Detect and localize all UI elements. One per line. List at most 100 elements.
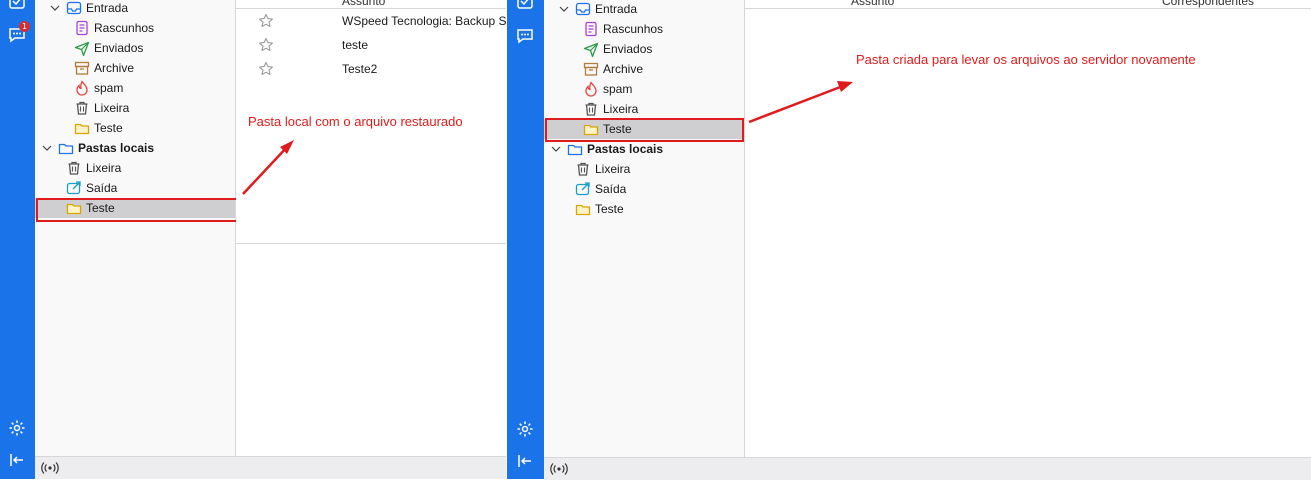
status-bar-right	[544, 457, 1311, 480]
unread-badge: 1	[19, 21, 30, 32]
archive-icon	[583, 61, 599, 77]
spaces-toolbar-right	[507, 0, 544, 479]
column-subject-header[interactable]: Assunto	[851, 0, 894, 8]
folder-label: Lixeira	[595, 162, 631, 176]
message-row[interactable]: teste	[236, 33, 506, 57]
local-folder-outbox[interactable]: Saída	[35, 178, 235, 198]
spaces-toolbar-left: 1	[0, 0, 35, 479]
folder-label: spam	[603, 82, 633, 96]
folder-spam[interactable]: spam	[544, 79, 744, 99]
folder-label: Saída	[86, 181, 118, 195]
status-bar-left	[35, 456, 506, 479]
folder-icon	[74, 120, 90, 136]
account-local-folders[interactable]: Pastas locais	[544, 139, 744, 159]
folder-label: Rascunhos	[94, 21, 155, 35]
chevron-down-icon[interactable]	[49, 2, 61, 14]
settings-icon[interactable]	[516, 420, 534, 438]
folder-sent[interactable]: Enviados	[544, 39, 744, 59]
folder-icon	[575, 201, 591, 217]
local-folder-icon	[58, 140, 74, 156]
folder-label: Saída	[595, 182, 627, 196]
chevron-down-icon[interactable]	[41, 142, 53, 154]
chevron-down-icon[interactable]	[550, 143, 562, 155]
message-row[interactable]: Teste2	[236, 57, 506, 81]
trash-icon	[583, 101, 599, 117]
folder-label: spam	[94, 81, 124, 95]
trash-icon	[66, 160, 82, 176]
spam-icon	[74, 80, 90, 96]
column-header: Assunto	[236, 0, 506, 9]
message-subject: WSpeed Tecnologia: Backup SU	[342, 14, 516, 28]
local-folder-icon	[567, 141, 583, 157]
message-list-right: Assunto Correspondentes	[745, 0, 1311, 457]
trash-icon	[74, 100, 90, 116]
star-icon[interactable]	[258, 61, 274, 77]
message-row[interactable]: WSpeed Tecnologia: Backup SU	[236, 9, 515, 33]
drafts-icon	[583, 21, 599, 37]
folder-drafts[interactable]: Rascunhos	[544, 19, 744, 39]
folder-label: Teste	[595, 202, 624, 216]
folder-label: Entrada	[86, 1, 129, 15]
folder-label: Enviados	[94, 41, 144, 55]
message-subject: Teste2	[342, 62, 378, 76]
tasks-icon[interactable]	[516, 0, 534, 10]
folder-label: Archive	[603, 62, 644, 76]
chat-icon[interactable]	[516, 27, 534, 45]
outbox-icon	[575, 181, 591, 197]
drafts-icon	[74, 20, 90, 36]
local-folder-outbox[interactable]: Saída	[544, 179, 744, 199]
annotation-text: Pasta criada para levar os arquivos ao s…	[856, 52, 1196, 67]
folder-spam[interactable]: spam	[35, 78, 235, 98]
folder-archive[interactable]: Archive	[35, 58, 235, 78]
folder-pane-left: Entrada Rascunhos Enviados Archive spam …	[35, 0, 236, 457]
column-header: Assunto Correspondentes	[745, 0, 1311, 9]
sent-icon	[74, 40, 90, 56]
archive-icon	[74, 60, 90, 76]
folder-pane-right: Entrada Rascunhos Enviados Archive spam …	[544, 0, 745, 457]
annotation-highlight-box	[36, 198, 238, 222]
folder-label: Lixeira	[94, 101, 130, 115]
folder-trash[interactable]: Lixeira	[35, 98, 235, 118]
folder-teste[interactable]: Teste	[35, 118, 235, 138]
folder-inbox[interactable]: Entrada	[544, 0, 744, 19]
local-folder-teste[interactable]: Teste	[544, 199, 744, 219]
inbox-icon	[575, 1, 591, 17]
spam-icon	[583, 81, 599, 97]
tasks-icon[interactable]	[8, 0, 26, 10]
annotation-arrow	[748, 81, 853, 124]
online-status-icon[interactable]	[550, 461, 568, 477]
inbox-icon	[66, 0, 82, 16]
collapse-spaces-icon[interactable]	[516, 452, 534, 470]
settings-icon[interactable]	[8, 419, 26, 437]
folder-label: Entrada	[595, 2, 638, 16]
folder-label: Archive	[94, 61, 135, 75]
online-status-icon[interactable]	[41, 460, 59, 476]
annotation-highlight-box	[545, 118, 744, 142]
column-correspondents-header[interactable]: Correspondentes	[1162, 0, 1254, 8]
annotation-text: Pasta local com o arquivo restaurado	[248, 114, 463, 129]
folder-label: Enviados	[603, 42, 653, 56]
sent-icon	[583, 41, 599, 57]
folder-drafts[interactable]: Rascunhos	[35, 18, 235, 38]
message-subject: teste	[342, 38, 369, 52]
folder-trash[interactable]: Lixeira	[544, 99, 744, 119]
folder-archive[interactable]: Archive	[544, 59, 744, 79]
collapse-spaces-icon[interactable]	[8, 451, 26, 469]
star-icon[interactable]	[258, 13, 274, 29]
account-local-folders[interactable]: Pastas locais	[35, 138, 235, 158]
folder-inbox[interactable]: Entrada	[35, 0, 235, 18]
folder-label: Teste	[94, 121, 123, 135]
folder-sent[interactable]: Enviados	[35, 38, 235, 58]
column-subject-header[interactable]: Assunto	[342, 0, 385, 8]
account-label: Pastas locais	[587, 142, 664, 156]
folder-label: Lixeira	[86, 161, 122, 175]
folder-label: Lixeira	[603, 102, 639, 116]
chevron-down-icon[interactable]	[558, 3, 570, 15]
trash-icon	[575, 161, 591, 177]
folder-label: Rascunhos	[603, 22, 664, 36]
outbox-icon	[66, 180, 82, 196]
local-folder-trash[interactable]: Lixeira	[35, 158, 235, 178]
star-icon[interactable]	[258, 37, 274, 53]
local-folder-trash[interactable]: Lixeira	[544, 159, 744, 179]
account-label: Pastas locais	[78, 141, 155, 155]
